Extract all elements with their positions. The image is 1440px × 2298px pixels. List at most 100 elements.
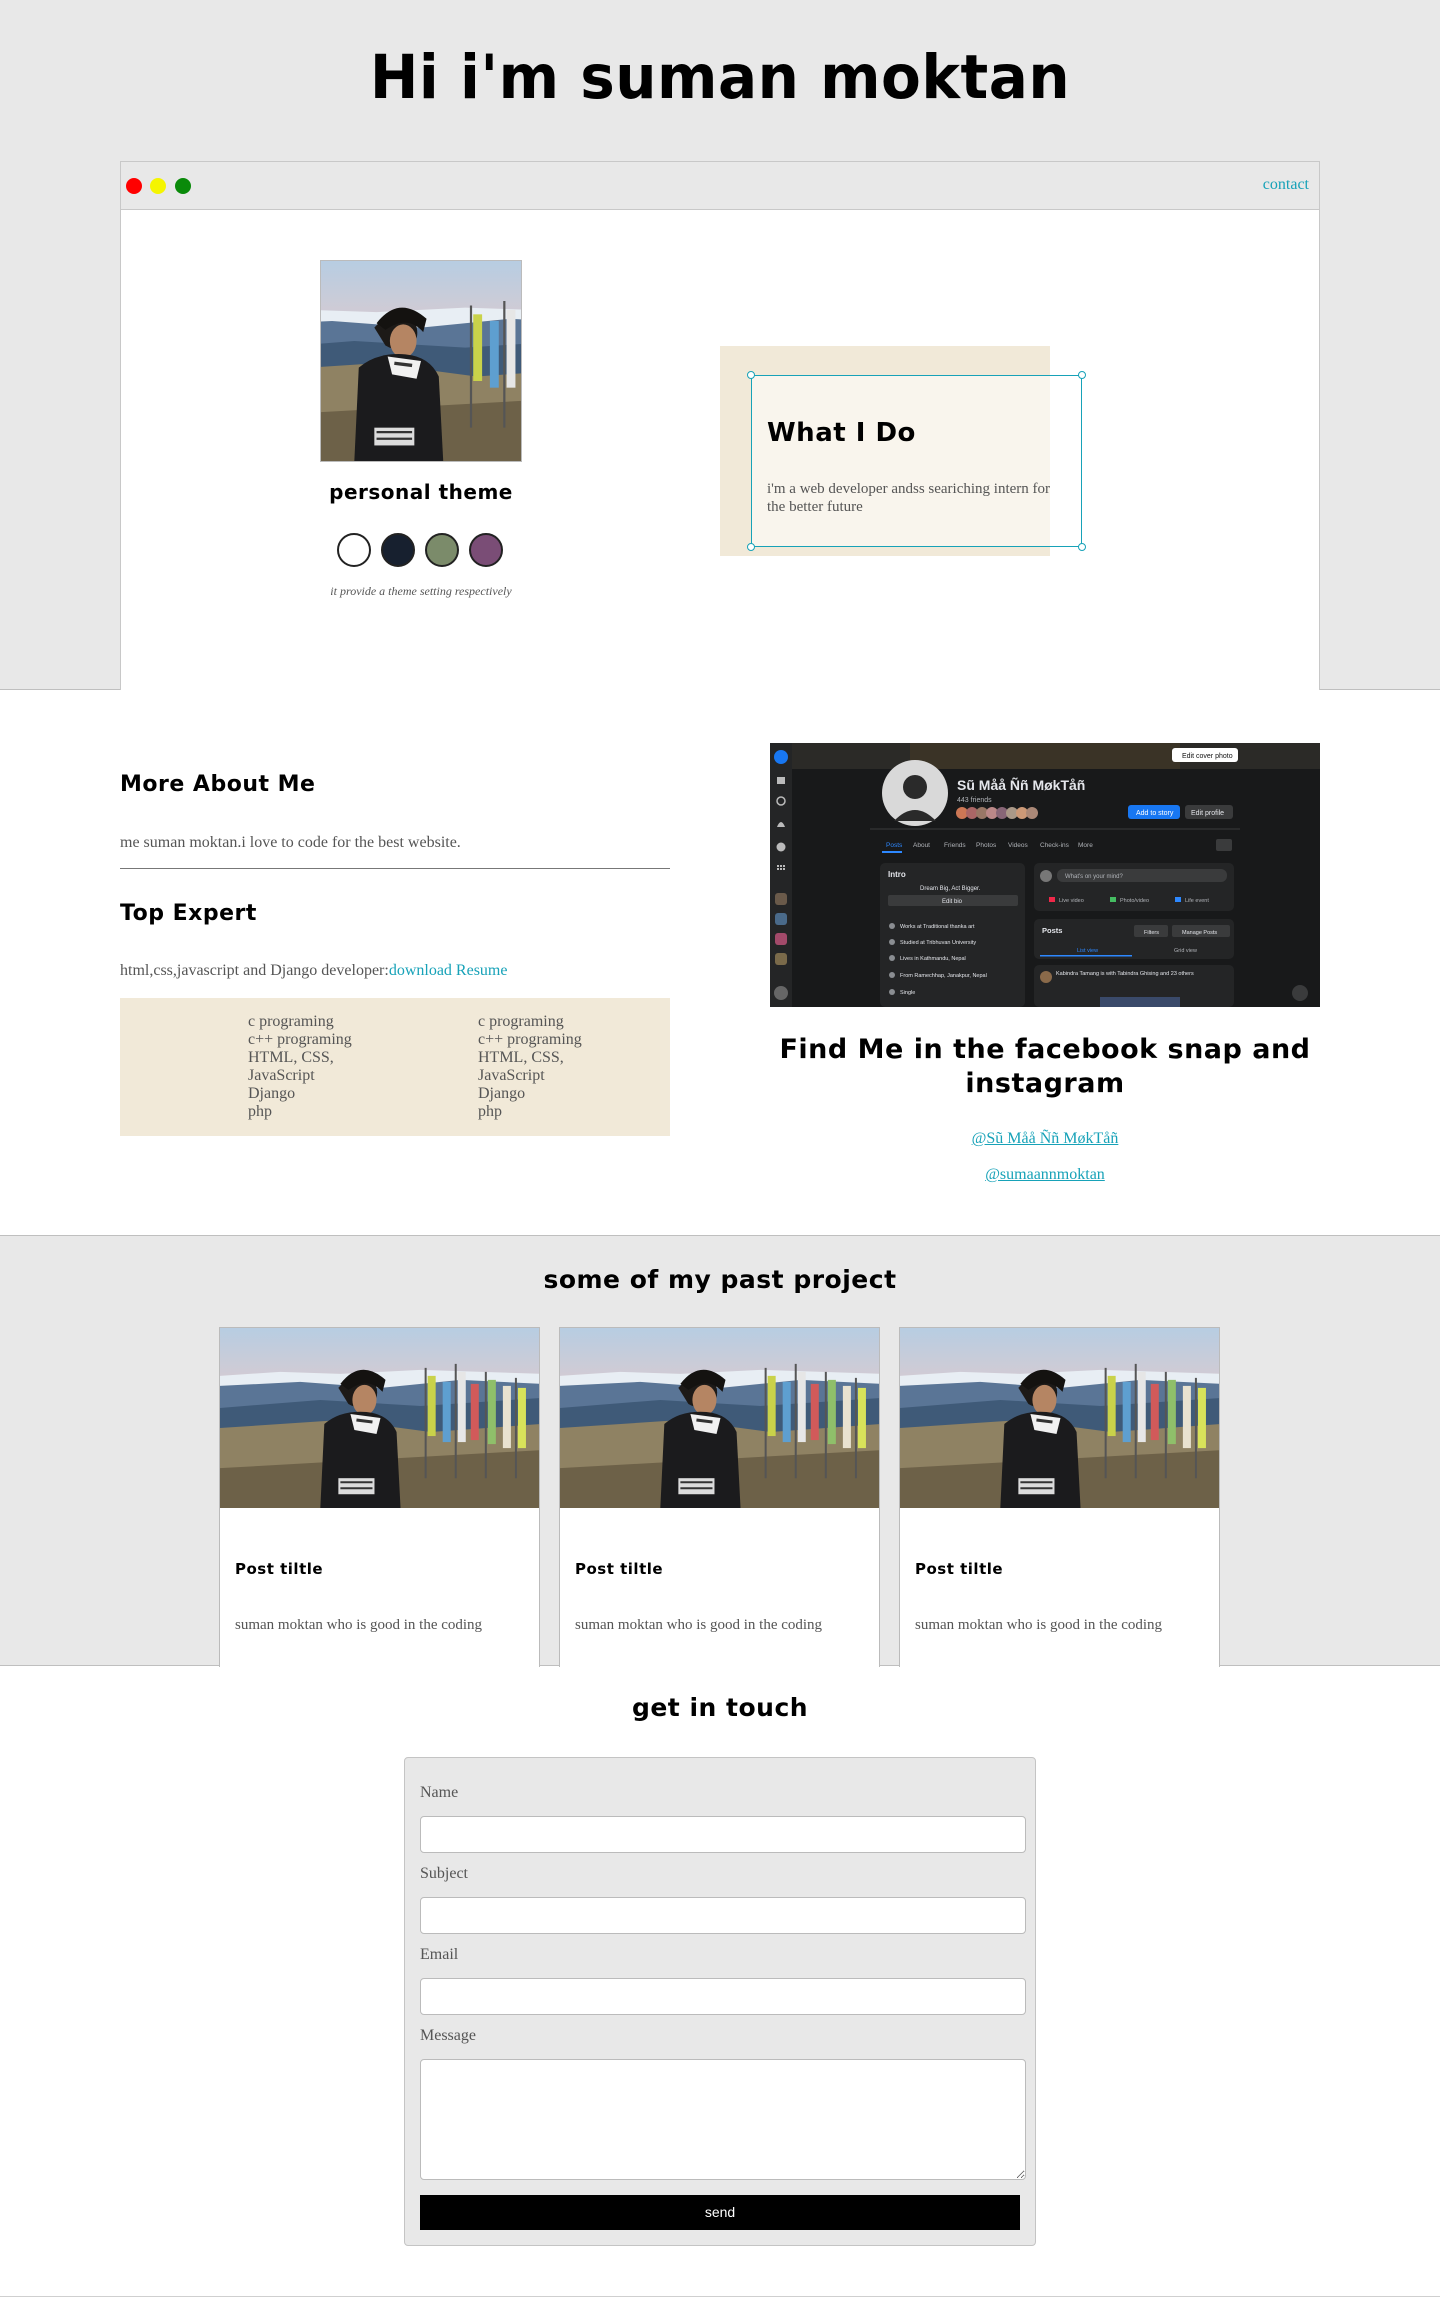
subject-input[interactable] — [420, 1897, 1026, 1934]
svg-text:Edit profile: Edit profile — [1191, 810, 1224, 817]
skill-item: c++ programing — [478, 1031, 582, 1048]
resize-handle[interactable] — [747, 543, 755, 551]
theme-swatch-navy[interactable] — [381, 533, 415, 567]
contact-form: Name Subject Email Message send — [404, 1757, 1036, 2246]
maximize-window-dot[interactable] — [175, 178, 191, 194]
theme-swatch-white[interactable] — [337, 533, 371, 567]
svg-text:Posts: Posts — [886, 842, 903, 849]
project-description: suman moktan who is good in the coding — [915, 1617, 1163, 1633]
svg-text:More: More — [1078, 842, 1093, 849]
projects-title: some of my past project — [543, 1265, 897, 1294]
project-title: Post tiltle — [235, 1560, 324, 1578]
resize-handle[interactable] — [747, 371, 755, 379]
svg-text:Filters: Filters — [1144, 930, 1159, 936]
svg-text:List view: List view — [1077, 948, 1098, 954]
skills-list: c programing c++ programing HTML, CSS, J… — [478, 1013, 582, 1121]
expert-title: Top Expert — [120, 901, 257, 926]
project-card[interactable]: Post tiltle suman moktan who is good in … — [219, 1327, 540, 1667]
socials-title: Find Me in the facebook snap and instagr… — [779, 1034, 1311, 1099]
svg-text:Edit bio: Edit bio — [942, 899, 963, 905]
resize-handle[interactable] — [1078, 371, 1086, 379]
close-window-dot[interactable] — [126, 178, 142, 194]
send-button[interactable]: send — [420, 2195, 1020, 2230]
facebook-link[interactable]: @Sũ Måå Ññ MøkTåñ — [770, 1130, 1320, 1148]
skill-item: c++ programing — [248, 1031, 352, 1048]
skill-item: HTML, CSS, — [478, 1049, 564, 1066]
message-label: Message — [420, 2027, 476, 2044]
project-image — [560, 1328, 879, 1508]
facebook-logo-icon — [774, 750, 788, 764]
svg-text:Studied at Tribhuvan Universit: Studied at Tribhuvan University — [900, 940, 976, 946]
svg-text:Sũ Måå Ññ MøkTåñ: Sũ Måå Ññ MøkTåñ — [957, 776, 1085, 793]
hero-title: Hi i'm suman moktan — [369, 41, 1071, 113]
about-text: me suman moktan.i love to code for the b… — [120, 834, 461, 851]
skills-box: c programing c++ programing HTML, CSS, J… — [120, 998, 670, 1136]
project-card[interactable]: Post tiltle suman moktan who is good in … — [899, 1327, 1220, 1667]
svg-text:Life event: Life event — [1185, 898, 1209, 904]
svg-text:Add to story: Add to story — [1136, 810, 1174, 817]
browser-window: contact personal theme it provide a them… — [120, 161, 1320, 690]
svg-text:Edit cover photo: Edit cover photo — [1182, 753, 1233, 760]
profile-photo — [320, 260, 522, 462]
skill-item: php — [478, 1103, 502, 1120]
svg-text:Kabindra Tamang is with Tabind: Kabindra Tamang is with Tabindra Ghising… — [1056, 971, 1194, 977]
skill-item: Django — [478, 1085, 526, 1102]
facebook-profile-screenshot: Edit cover photo Sũ Måå Ññ MøkTåñ 443 fr… — [770, 743, 1320, 1007]
footer-divider — [0, 2296, 1440, 2297]
skill-item: c programing — [478, 1013, 564, 1030]
skill-item: HTML, CSS, — [248, 1049, 334, 1066]
svg-text:Check-ins: Check-ins — [1040, 842, 1070, 849]
project-description: suman moktan who is good in the coding — [575, 1617, 823, 1633]
svg-text:Photos: Photos — [976, 842, 997, 849]
contact-title: get in touch — [631, 1693, 809, 1722]
what-i-do-text: i'm a web developer andss seariching int… — [767, 481, 1051, 515]
project-description: suman moktan who is good in the coding — [235, 1617, 483, 1633]
svg-text:Works at Traditional thanka ar: Works at Traditional thanka art — [900, 924, 975, 930]
message-textarea[interactable] — [420, 2059, 1026, 2180]
instagram-link[interactable]: @sumaannmoktan — [770, 1166, 1320, 1184]
home-icon — [777, 777, 785, 784]
svg-text:Grid view: Grid view — [1174, 948, 1197, 954]
email-input[interactable] — [420, 1978, 1026, 2015]
project-image — [900, 1328, 1219, 1508]
svg-text:What's on your mind?: What's on your mind? — [1065, 874, 1124, 880]
subject-label: Subject — [420, 1865, 468, 1882]
what-i-do-card: What I Do i'm a web developer andss sear… — [747, 371, 1086, 551]
theme-swatch-green[interactable] — [425, 533, 459, 567]
svg-text:Posts: Posts — [1042, 926, 1062, 935]
svg-text:Friends: Friends — [944, 842, 966, 849]
svg-text:Live video: Live video — [1059, 898, 1084, 904]
download-resume-link[interactable]: download Resume — [389, 962, 508, 979]
svg-text:Photo/video: Photo/video — [1120, 898, 1149, 904]
expert-text: html,css,javascript and Django developer… — [120, 962, 507, 980]
messenger-icon — [776, 842, 786, 852]
svg-text:Dream Big, Act Bigger.: Dream Big, Act Bigger. — [920, 886, 981, 892]
project-image — [220, 1328, 539, 1508]
theme-title: personal theme — [329, 480, 513, 504]
skill-item: JavaScript — [248, 1067, 315, 1084]
name-input[interactable] — [420, 1816, 1026, 1853]
svg-text:Lives in Kathmandu, Nepal: Lives in Kathmandu, Nepal — [900, 956, 966, 962]
theme-swatch-purple[interactable] — [469, 533, 503, 567]
project-title: Post tiltle — [575, 1560, 664, 1578]
svg-text:Intro: Intro — [888, 870, 906, 879]
skill-item: Django — [248, 1085, 296, 1102]
minimize-window-dot[interactable] — [150, 178, 166, 194]
email-label: Email — [420, 1946, 459, 1963]
svg-text:From Ramechhap, Janakpur, Nepa: From Ramechhap, Janakpur, Nepal — [900, 973, 987, 979]
skill-item: JavaScript — [478, 1067, 545, 1084]
svg-text:About: About — [913, 842, 930, 849]
name-label: Name — [420, 1784, 459, 1801]
resize-handle[interactable] — [1078, 543, 1086, 551]
svg-text:443 friends: 443 friends — [957, 797, 992, 804]
projects-section: some of my past project Post tiltle suma… — [0, 1235, 1440, 1667]
theme-note: it provide a theme setting respectively — [330, 584, 512, 598]
svg-text:Manage Posts: Manage Posts — [1182, 930, 1217, 936]
svg-text:Videos: Videos — [1008, 842, 1029, 849]
project-card[interactable]: Post tiltle suman moktan who is good in … — [559, 1327, 880, 1667]
contact-link[interactable]: contact — [1263, 176, 1309, 194]
about-title: More About Me — [120, 772, 316, 797]
skills-list: c programing c++ programing HTML, CSS, J… — [248, 1013, 352, 1121]
svg-text:Single: Single — [900, 990, 915, 996]
project-title: Post tiltle — [915, 1560, 1004, 1578]
